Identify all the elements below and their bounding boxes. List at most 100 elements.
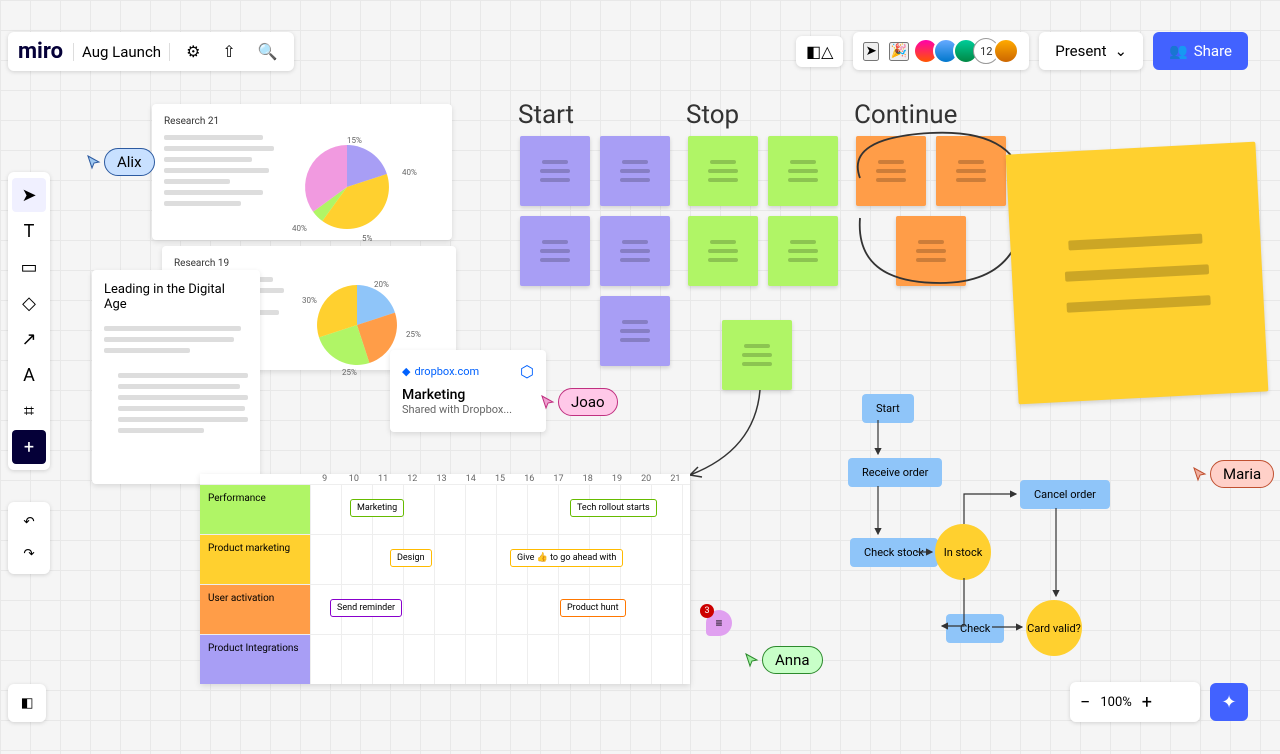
flowchart-connectors (840, 390, 1120, 650)
comment-count: 3 (700, 604, 714, 618)
top-right-controls: ◧△ ➤ 🎉 12 Present ⌄ 👥 Share (796, 32, 1248, 70)
flow-node[interactable]: Check (946, 614, 1004, 643)
avatar[interactable] (993, 38, 1019, 64)
column-header-continue: Continue (854, 100, 957, 130)
sparkle-icon: ✦ (1221, 692, 1236, 713)
column-header-stop: Stop (686, 100, 739, 130)
svg-text:25%: 25% (342, 368, 357, 377)
card-research-21[interactable]: Research 21 15% 40% 5% 40% (152, 104, 452, 240)
timeline-task[interactable]: Design (390, 549, 432, 567)
board-title[interactable]: Aug Launch (73, 43, 170, 61)
pointer-mode-button[interactable]: ➤ (863, 42, 878, 61)
zoom-in-button[interactable]: + (1142, 692, 1152, 713)
dropbox-icon: ◆ (402, 365, 410, 378)
card-body-lines (104, 326, 248, 433)
people-icon: 👥 (1169, 42, 1188, 60)
redo-icon: ↷ (23, 547, 34, 562)
apps-button[interactable]: ◧△ (796, 36, 843, 67)
shape-tool[interactable]: ◇ (12, 286, 46, 320)
panel-icon: ◧ (21, 696, 34, 711)
add-more-tool[interactable]: + (12, 430, 46, 464)
svg-text:40%: 40% (292, 224, 307, 233)
gear-icon: ⚙ (186, 42, 200, 61)
collaborator-cursor-alix: Alix (86, 148, 155, 176)
card-body-lines (164, 135, 274, 245)
pen-icon: A (23, 365, 35, 386)
panel-toggle-button[interactable]: ◧ (8, 684, 46, 722)
share-button[interactable]: 👥 Share (1153, 32, 1248, 70)
sticky-tool[interactable]: ▭ (12, 250, 46, 284)
svg-text:15%: 15% (347, 136, 362, 145)
sticky-note[interactable] (722, 320, 792, 390)
comment-icon: ≡ (715, 616, 722, 630)
zoom-out-button[interactable]: − (1080, 692, 1090, 713)
flow-node[interactable]: Cancel order (1020, 480, 1110, 509)
ai-assist-button[interactable]: ✦ (1210, 683, 1248, 721)
timeline[interactable]: 9101112131415161718192021 Performance Ma… (200, 474, 690, 684)
app-logo[interactable]: miro (18, 39, 63, 64)
plus-icon: + (24, 437, 34, 458)
timeline-task[interactable]: Send reminder (330, 599, 402, 617)
help-button[interactable]: ? (1162, 688, 1190, 716)
canvas[interactable]: Research 21 15% 40% 5% 40% Research 19 (0, 0, 1280, 754)
redo-button[interactable]: ↷ (12, 538, 46, 570)
export-button[interactable]: ⇧ (216, 38, 241, 65)
plus-icon: + (1142, 692, 1152, 713)
card-dropbox[interactable]: ◆ dropbox.com ⬡ Marketing Shared with Dr… (390, 350, 546, 432)
present-button[interactable]: Present ⌄ (1039, 32, 1143, 70)
dropbox-subtitle: Shared with Dropbox... (402, 403, 534, 416)
settings-button[interactable]: ⚙ (180, 38, 206, 65)
svg-text:25%: 25% (406, 330, 421, 339)
flow-node-decision[interactable]: In stock (935, 524, 991, 580)
document-title: Leading in the Digital Age (104, 282, 248, 312)
undo-icon: ↶ (23, 515, 34, 530)
flow-node[interactable]: Receive order (848, 458, 942, 487)
sticky-note[interactable] (600, 296, 670, 366)
sticky-note[interactable] (600, 136, 670, 206)
comment-bubble[interactable]: ≡ 3 (706, 610, 732, 636)
timeline-row: Product marketing Design Give 👍 to go ah… (200, 534, 690, 584)
card-title: Research 21 (164, 116, 440, 127)
svg-text:5%: 5% (362, 234, 372, 243)
reactions-button[interactable]: 🎉 (889, 42, 910, 61)
timeline-task[interactable]: Give 👍 to go ahead with (510, 549, 623, 567)
search-button[interactable]: 🔍 (252, 38, 284, 65)
sticky-note[interactable] (936, 136, 1006, 206)
select-tool[interactable]: ➤ (12, 178, 46, 212)
card-document[interactable]: Leading in the Digital Age (92, 270, 260, 484)
flow-node-start[interactable]: Start (862, 394, 914, 423)
sticky-note[interactable] (768, 136, 838, 206)
timeline-task[interactable]: Product hunt (560, 599, 626, 617)
top-bar: miro Aug Launch ⚙ ⇧ 🔍 (8, 32, 294, 71)
sticky-note-large[interactable] (1006, 142, 1269, 405)
timeline-task[interactable]: Marketing (350, 499, 404, 517)
undo-button[interactable]: ↶ (12, 506, 46, 538)
frame-icon: ⌗ (24, 401, 34, 422)
text-tool[interactable]: T (12, 214, 46, 248)
zoom-level[interactable]: 100% (1100, 695, 1131, 710)
sticky-note[interactable] (688, 216, 758, 286)
sticky-note[interactable] (688, 136, 758, 206)
sticky-note[interactable] (856, 136, 926, 206)
line-tool[interactable]: ↗ (12, 322, 46, 356)
column-header-start: Start (518, 100, 574, 130)
timeline-task[interactable]: Tech rollout starts (570, 499, 657, 517)
timeline-row: Product Integrations (200, 634, 690, 684)
question-icon: ? (1172, 692, 1181, 713)
svg-text:30%: 30% (302, 296, 317, 305)
dropbox-site: ◆ dropbox.com ⬡ (402, 362, 534, 381)
pen-tool[interactable]: A (12, 358, 46, 392)
sticky-note[interactable] (768, 216, 838, 286)
flow-node[interactable]: Check stock (850, 538, 938, 567)
frame-tool[interactable]: ⌗ (12, 394, 46, 428)
collaborator-avatars[interactable]: 12 (919, 38, 1019, 64)
sticky-note[interactable] (896, 216, 966, 286)
dropbox-title: Marketing (402, 387, 534, 403)
collaborator-cursor-anna: Anna (744, 646, 823, 674)
flow-node-decision[interactable]: Card valid? (1026, 600, 1082, 656)
search-icon: 🔍 (258, 42, 278, 61)
sticky-note[interactable] (600, 216, 670, 286)
sticky-note[interactable] (520, 136, 590, 206)
arrow-connector (680, 390, 780, 490)
sticky-note[interactable] (520, 216, 590, 286)
